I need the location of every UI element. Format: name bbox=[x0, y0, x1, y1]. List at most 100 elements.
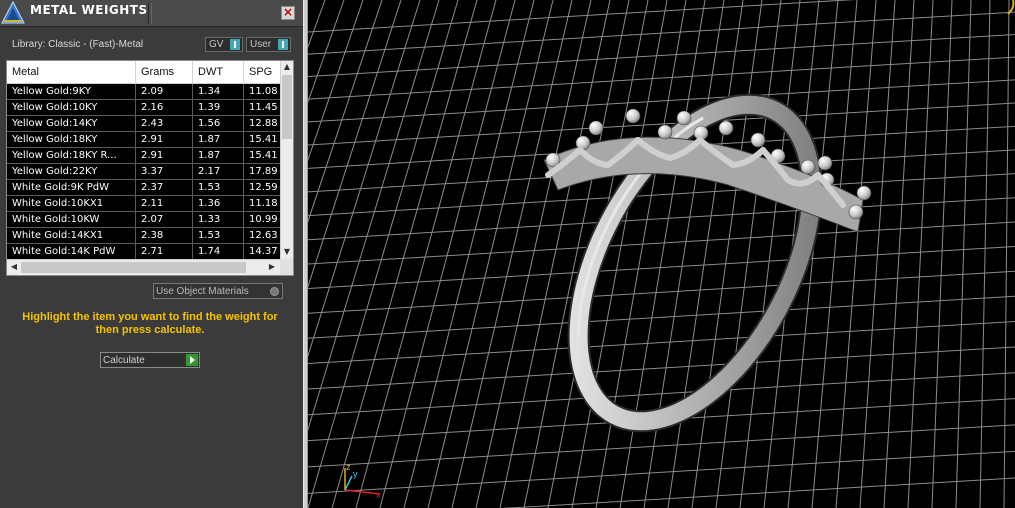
cell-spg: 11.45 bbox=[249, 102, 278, 113]
use-object-materials-label: Use Object Materials bbox=[156, 286, 249, 297]
cell-spg: 17.89 bbox=[249, 166, 278, 177]
grid-line bbox=[979, 0, 991, 508]
column-header-metal[interactable]: Metal bbox=[7, 61, 136, 83]
radio-indicator-icon bbox=[270, 287, 279, 296]
scroll-up-icon[interactable]: ▲ bbox=[281, 61, 293, 73]
table-row[interactable]: Yellow Gold:22KY 3.37 2.17 17.89 bbox=[7, 164, 280, 180]
table-row[interactable]: Yellow Gold:18KY R... 2.91 1.87 15.41 bbox=[7, 148, 280, 164]
prong-bead bbox=[848, 204, 864, 220]
grid-line bbox=[379, 0, 516, 508]
cell-spg: 11.18 bbox=[249, 198, 278, 209]
grid-line bbox=[835, 0, 877, 508]
cell-spg: 11.08 bbox=[249, 86, 278, 97]
column-header-spg[interactable]: SPG bbox=[244, 61, 284, 83]
prong-bead bbox=[676, 110, 692, 126]
grid-line bbox=[308, 0, 440, 432]
table-body: Yellow Gold:9KY 2.09 1.34 11.08 Yellow Gold:… bbox=[7, 84, 280, 260]
table-row[interactable]: White Gold:14KX1 2.38 1.53 12.63 bbox=[7, 228, 280, 244]
instructions-text: Highlight the item you want to find the … bbox=[22, 311, 278, 336]
axis-label-z: z bbox=[346, 462, 351, 472]
prong-bead bbox=[625, 108, 641, 124]
panel-title: METAL WEIGHTS bbox=[30, 3, 148, 17]
grid-line bbox=[308, 295, 1015, 339]
gv-toggle-label: GV bbox=[209, 39, 224, 50]
3d-viewport[interactable]: z y x bbox=[308, 0, 1015, 508]
prong-bead bbox=[800, 159, 816, 175]
toggle-switch-icon bbox=[230, 39, 240, 50]
cell-dwt: 1.87 bbox=[193, 148, 244, 164]
calculate-button[interactable]: Calculate bbox=[100, 352, 200, 368]
cell-spg: 15.41 bbox=[249, 150, 278, 161]
cell-metal: Yellow Gold:14KY bbox=[7, 116, 136, 132]
cell-dwt: 1.34 bbox=[193, 84, 244, 100]
perspective-grid bbox=[308, 0, 1015, 508]
table-row[interactable]: Yellow Gold:10KY 2.16 1.39 11.45 bbox=[7, 100, 280, 116]
prong-bead bbox=[657, 124, 673, 140]
vertical-scroll-thumb[interactable] bbox=[282, 75, 292, 139]
use-object-materials-toggle[interactable]: Use Object Materials bbox=[153, 283, 283, 299]
column-header-dwt[interactable]: DWT bbox=[193, 61, 244, 83]
cell-grams: 2.71 bbox=[136, 244, 193, 260]
vertical-scrollbar[interactable]: ▲ ▼ bbox=[280, 61, 293, 259]
table-row[interactable]: Yellow Gold:14KY 2.43 1.56 12.88 bbox=[7, 116, 280, 132]
grid-line bbox=[308, 346, 1015, 390]
cell-metal: Yellow Gold:18KY bbox=[7, 132, 136, 148]
cell-dwt: 1.39 bbox=[193, 100, 244, 116]
table-row[interactable]: Yellow Gold:18KY 2.91 1.87 15.41 bbox=[7, 132, 280, 148]
scroll-left-icon[interactable]: ◀ bbox=[8, 261, 20, 273]
gv-toggle[interactable]: GV bbox=[205, 37, 243, 52]
title-separator bbox=[148, 3, 152, 24]
table-row[interactable]: White Gold:10KX1 2.11 1.36 11.18 bbox=[7, 196, 280, 212]
horizontal-scroll-thumb[interactable] bbox=[21, 262, 246, 273]
prong-bead bbox=[856, 185, 872, 201]
cell-spg: 12.88 bbox=[249, 118, 278, 129]
cell-grams: 2.38 bbox=[136, 228, 193, 244]
cell-metal: White Gold:9K PdW bbox=[7, 180, 136, 196]
scroll-down-icon[interactable]: ▼ bbox=[281, 246, 293, 258]
table-row[interactable]: White Gold:9K PdW 2.37 1.53 12.59 bbox=[7, 180, 280, 196]
calculate-button-label: Calculate bbox=[103, 355, 145, 366]
grid-line bbox=[427, 0, 554, 508]
table-row[interactable]: White Gold:10KW 2.07 1.33 10.99 bbox=[7, 212, 280, 228]
toggle-switch-icon bbox=[278, 39, 288, 50]
cell-grams: 2.07 bbox=[136, 212, 193, 228]
grid-line bbox=[308, 0, 402, 288]
grid-line bbox=[308, 424, 1015, 468]
cell-metal: Yellow Gold:22KY bbox=[7, 164, 136, 180]
grid-line bbox=[308, 270, 1015, 314]
table-row[interactable]: Yellow Gold:9KY 2.09 1.34 11.08 bbox=[7, 84, 280, 100]
panel-titlebar[interactable]: METAL WEIGHTS × bbox=[0, 0, 303, 27]
grid-line bbox=[308, 0, 459, 508]
grid-line bbox=[955, 0, 972, 508]
table-row[interactable]: White Gold:14K PdW 2.71 1.74 14.37 bbox=[7, 244, 280, 260]
viewport-canvas[interactable]: z y x bbox=[308, 0, 1015, 508]
cell-metal: Yellow Gold:18KY R... bbox=[7, 148, 136, 164]
close-button[interactable]: × bbox=[281, 6, 295, 20]
cell-grams: 2.11 bbox=[136, 196, 193, 212]
scroll-corner bbox=[280, 259, 293, 275]
scroll-right-icon[interactable]: ▶ bbox=[266, 261, 278, 273]
column-header-grams[interactable]: Grams bbox=[136, 61, 193, 83]
cell-metal: Yellow Gold:9KY bbox=[7, 84, 136, 100]
cell-spg: 14.37 bbox=[249, 246, 278, 257]
prong-bead bbox=[588, 120, 604, 136]
grid-line bbox=[691, 0, 763, 508]
table-header: Metal Grams DWT SPG bbox=[7, 61, 284, 84]
grid-line bbox=[308, 246, 1015, 290]
cell-grams: 2.16 bbox=[136, 100, 193, 116]
prong-bead bbox=[750, 132, 766, 148]
app-logo-icon bbox=[1, 0, 25, 24]
cell-grams: 2.91 bbox=[136, 132, 193, 148]
cell-spg: 12.59 bbox=[249, 182, 278, 193]
cell-metal: Yellow Gold:10KY bbox=[7, 100, 136, 116]
grid-line bbox=[931, 0, 953, 508]
cell-metal: White Gold:10KX1 bbox=[7, 196, 136, 212]
ring-model[interactable] bbox=[530, 67, 872, 460]
axis-label-x: x bbox=[376, 490, 381, 500]
user-toggle[interactable]: User bbox=[246, 37, 291, 52]
prong-bead bbox=[718, 120, 734, 136]
axis-label-y: y bbox=[353, 469, 358, 479]
grid-line bbox=[308, 79, 1015, 123]
horizontal-scrollbar[interactable]: ◀ ▶ bbox=[7, 259, 280, 275]
cell-spg: 15.41 bbox=[249, 134, 278, 145]
